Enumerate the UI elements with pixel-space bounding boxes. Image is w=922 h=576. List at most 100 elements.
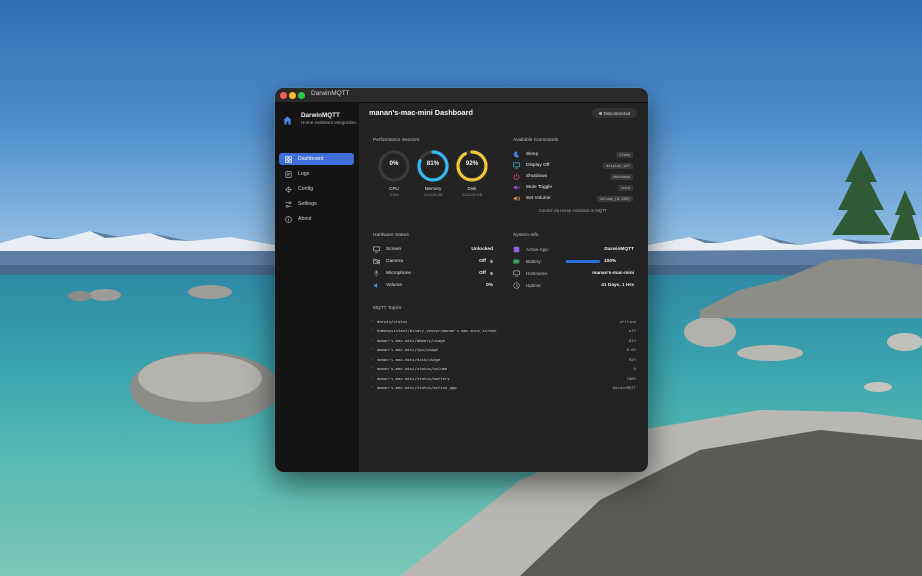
- mqtt-topic: manan's-mac-mini/status/volume: [377, 366, 448, 371]
- desktop-icon: [513, 270, 520, 277]
- hardware-value: Unlocked: [471, 247, 493, 252]
- status-dot-icon: [490, 260, 493, 263]
- hardware-label: Screen: [386, 247, 402, 252]
- minimize-button[interactable]: [289, 91, 296, 99]
- system-value: 41 Days, 1 Hrs: [601, 283, 634, 288]
- command-label: Shutdown: [526, 174, 548, 179]
- dashboard-main: manan's-mac-mini Dashboard Disconnected …: [359, 103, 648, 472]
- system-section-title: System Info: [513, 233, 539, 238]
- zoom-button[interactable]: [298, 91, 305, 99]
- disk-gauge-value: 92%: [465, 160, 479, 167]
- command-code: mute: [618, 184, 633, 191]
- clock-icon: [513, 282, 520, 289]
- app-name: DarwinMQTT: [301, 112, 340, 119]
- mqtt-value: 0.0%: [626, 347, 636, 352]
- system-battery: Battery: 100%: [513, 257, 634, 266]
- sidebar-item-label: About: [298, 216, 312, 222]
- mqtt-topic: manan's-mac-mini/disk/usage: [377, 356, 441, 362]
- mqtt-topic-row[interactable]: › manan's-mac-mini/memory/usage 81%: [371, 336, 636, 344]
- close-button[interactable]: [280, 91, 287, 99]
- logs-icon: [284, 170, 293, 179]
- system-label: Uptime:: [526, 283, 542, 288]
- system-uptime: Uptime: 41 Days, 1 Hrs: [513, 281, 634, 290]
- command-code: display_off: [603, 162, 633, 169]
- dashboard-icon: [284, 155, 293, 164]
- mqtt-value: 0: [633, 366, 636, 371]
- display-icon: [513, 162, 520, 169]
- sidebar-item-logs[interactable]: Logs: [279, 168, 354, 180]
- system-value: 100%: [604, 259, 617, 264]
- command-sleep[interactable]: Sleep sleep: [513, 150, 633, 159]
- hardware-section-title: Hardware Status: [373, 233, 409, 238]
- sidebar-item-dashboard[interactable]: Dashboard: [279, 153, 354, 165]
- mqtt-topic-row[interactable]: › manan's-mac-mini/status/battery 100%: [371, 374, 636, 382]
- app-icon: [513, 246, 520, 253]
- hardware-camera: Camera Off: [373, 257, 493, 266]
- info-icon: [284, 215, 293, 224]
- memory-gauge: 81%: [416, 149, 450, 183]
- mqtt-section-title: MQTT Topics: [373, 306, 402, 311]
- system-hostname: Hostname: manan's-mac-mini: [513, 269, 634, 278]
- commands-note: Control via Home Assistant or MQTT: [538, 208, 608, 213]
- house-icon: [283, 116, 292, 125]
- camera-icon: [373, 258, 380, 265]
- mqtt-topic-row[interactable]: › manan's-mac-mini/status/volume 0: [371, 365, 636, 373]
- hardware-volume: Volume 0%: [373, 281, 493, 290]
- connection-status-badge[interactable]: Disconnected: [592, 108, 637, 118]
- sidebar-item-config[interactable]: Config: [279, 183, 354, 195]
- window-title: DarwinMQTT: [311, 90, 350, 97]
- screen-icon: [373, 246, 380, 253]
- sidebar-item-about[interactable]: About: [279, 213, 354, 225]
- mqtt-topic: manan's-mac-mini/cpu/usage: [377, 347, 438, 352]
- mqtt-value: 81%: [628, 337, 636, 343]
- command-display-off[interactable]: Display Off display_off: [513, 161, 633, 170]
- mqtt-value: off: [628, 328, 636, 333]
- cpu-gauge-label: CPU: [389, 186, 399, 191]
- sidebar-item-label: Settings: [298, 201, 317, 207]
- mqtt-topic-row[interactable]: › manan's-mac-mini/status/active_app Dar…: [371, 384, 636, 392]
- mute-icon: [513, 185, 520, 190]
- battery-icon: [513, 259, 520, 264]
- mqtt-topic-row[interactable]: › manan's-mac-mini/cpu/usage 0.0%: [371, 346, 636, 354]
- mqtt-topic-row[interactable]: › manan's-mac-mini/disk/usage 92%: [371, 355, 636, 363]
- system-label: Battery:: [526, 259, 542, 264]
- mqtt-topic-row[interactable]: › darwin/status offline: [371, 317, 636, 325]
- page-title: manan's-mac-mini Dashboard: [369, 108, 473, 117]
- commands-section-title: Available Commands: [513, 138, 559, 143]
- hardware-value: Off: [479, 259, 486, 264]
- power-icon: [513, 173, 520, 180]
- app-header: DarwinMQTT Home Assistant Integration: [281, 112, 359, 142]
- sidebar-item-settings[interactable]: Settings: [279, 198, 354, 210]
- command-code: sleep: [616, 151, 633, 158]
- hardware-label: Microphone: [386, 271, 412, 276]
- config-icon: [284, 185, 293, 194]
- mqtt-topic: manan's-mac-mini/memory/usage: [377, 337, 445, 343]
- memory-gauge-sub: 13.0/16 GB: [423, 193, 443, 197]
- settings-icon: [284, 200, 293, 209]
- memory-gauge-label: Memory: [424, 186, 442, 191]
- sidebar-item-label: Dashboard: [298, 156, 324, 162]
- disk-gauge: 92%: [455, 149, 489, 183]
- mqtt-value: offline: [619, 318, 636, 324]
- title-bar[interactable]: DarwinMQTT: [275, 88, 648, 103]
- mqtt-topic-row[interactable]: › homeassistant/binary_sensor/manan's-ma…: [371, 327, 636, 335]
- command-mute-toggle[interactable]: Mute Toggle mute: [513, 183, 633, 192]
- app-window: DarwinMQTT DarwinMQTT Home Assistant Int…: [275, 88, 648, 472]
- command-set-volume[interactable]: Set Volume volume_[0-100]: [513, 194, 633, 203]
- hardware-value: Off: [479, 271, 486, 276]
- cpu-gauge-value: 0%: [389, 160, 399, 167]
- app-subtitle: Home Assistant Integration: [301, 120, 356, 125]
- hardware-label: Volume: [386, 283, 402, 288]
- memory-gauge-value: 81%: [426, 160, 440, 167]
- speaker-icon: [374, 283, 378, 288]
- moon-icon: [513, 151, 520, 158]
- command-code: volume_[0-100]: [596, 195, 633, 202]
- command-shutdown[interactable]: Shutdown shutdown: [513, 172, 633, 181]
- mqtt-topic: manan's-mac-mini/status/battery: [377, 375, 450, 381]
- command-label: Display Off: [526, 163, 550, 168]
- status-dot-icon: [598, 111, 602, 115]
- mqtt-topic: manan's-mac-mini/status/active_app: [377, 385, 457, 390]
- mqtt-value: 100%: [626, 375, 636, 381]
- command-label: Mute Toggle: [526, 185, 553, 190]
- cpu-gauge-sub: 0.0%: [389, 193, 399, 197]
